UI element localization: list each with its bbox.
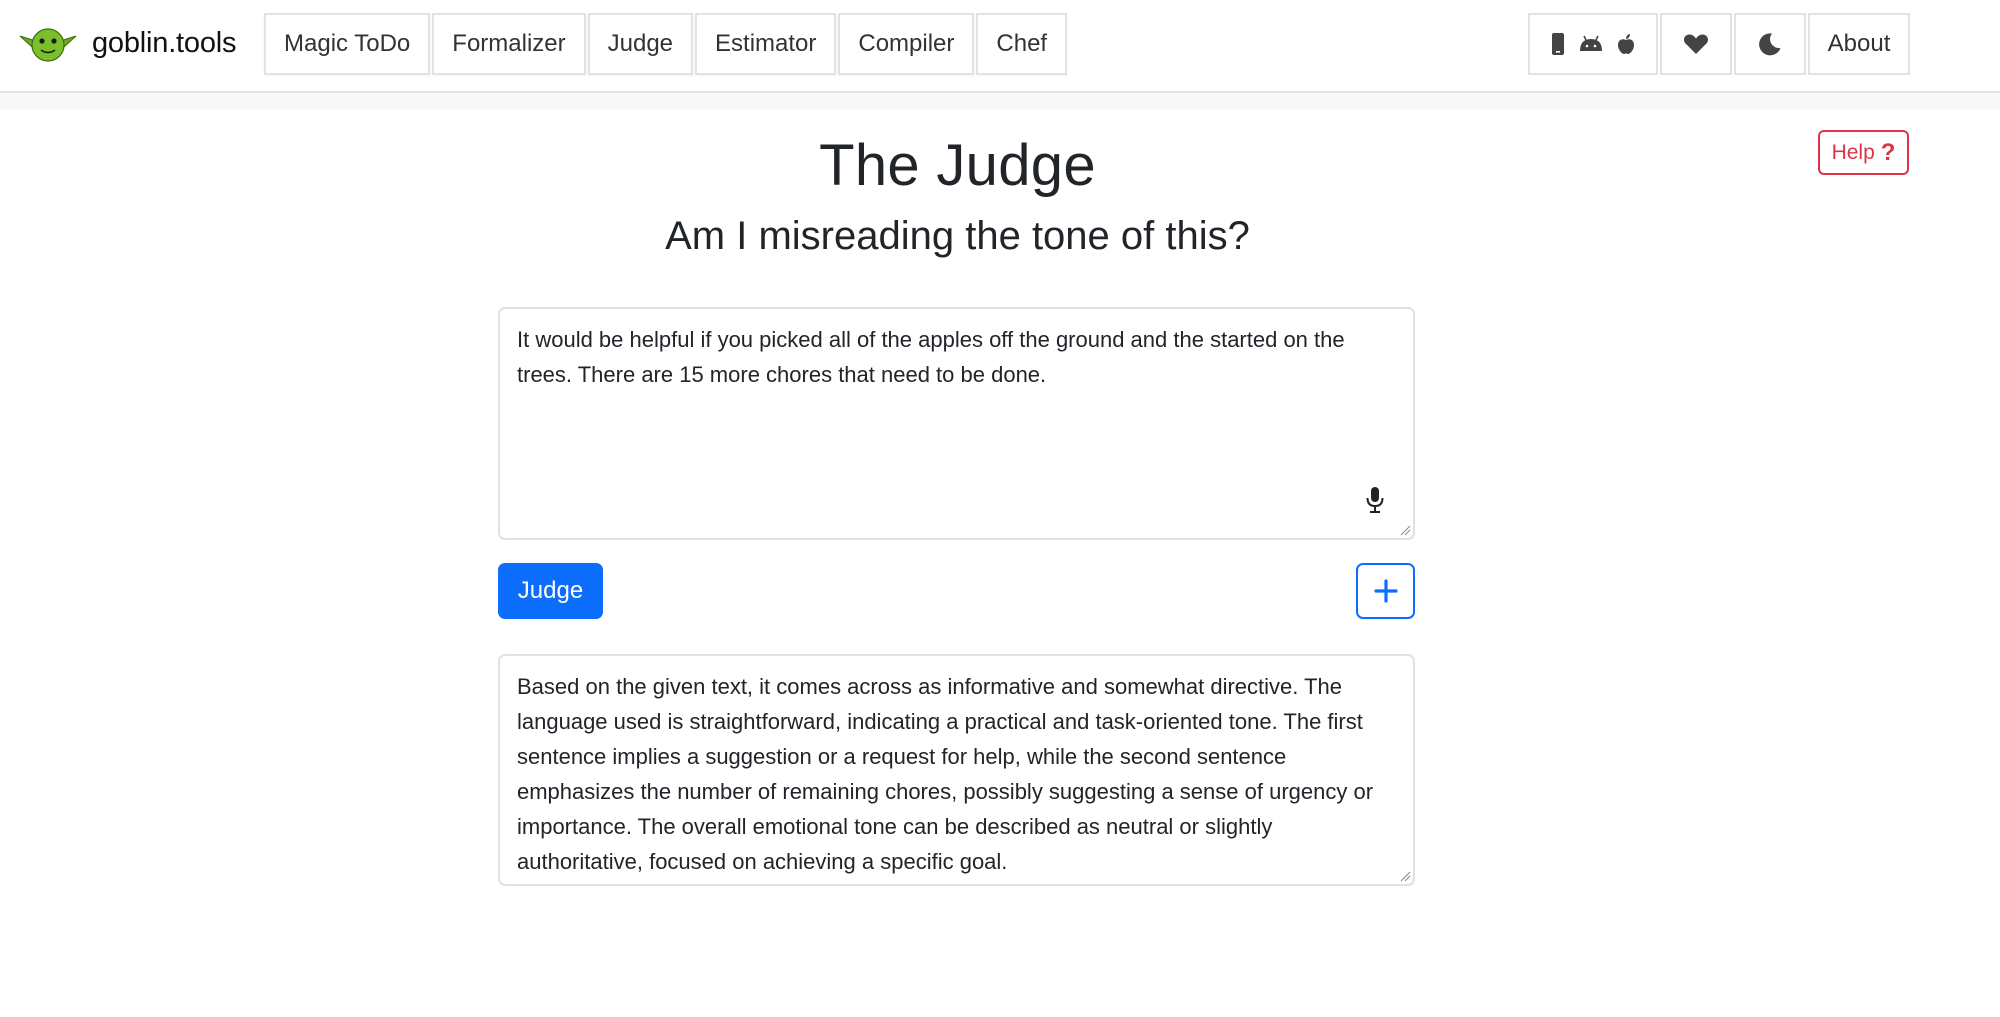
add-button[interactable]: [1356, 563, 1415, 619]
nav-item-formalizer[interactable]: Formalizer: [432, 13, 586, 75]
nav-item-compiler[interactable]: Compiler: [838, 13, 975, 75]
page-title: The Judge: [819, 133, 1096, 198]
nav-item-judge[interactable]: Judge: [587, 13, 694, 75]
donate-button[interactable]: [1660, 13, 1732, 75]
android-icon: [1580, 35, 1602, 51]
input-textarea[interactable]: It would be helpful if you picked all of…: [498, 307, 1415, 540]
nav-right: About: [1528, 13, 1912, 75]
nav-item-about[interactable]: About: [1808, 13, 1910, 75]
phone-icon: [1552, 33, 1564, 55]
output-text: Based on the given text, it comes across…: [517, 674, 1374, 874]
plus-icon: [1373, 579, 1398, 603]
brand[interactable]: goblin.tools: [18, 22, 237, 64]
heart-icon: [1683, 34, 1709, 54]
resize-handle-icon[interactable]: [1399, 524, 1411, 536]
nav-item-chef[interactable]: Chef: [976, 13, 1068, 75]
top-navbar: goblin.tools Magic ToDo Formalizer Judge…: [0, 0, 2000, 93]
nav-item-magic-todo[interactable]: Magic ToDo: [264, 13, 431, 75]
page-subtitle: Am I misreading the tone of this?: [665, 214, 1250, 258]
navbar-shadow-strip: [0, 93, 2000, 109]
resize-handle-icon[interactable]: [1399, 870, 1411, 882]
dark-mode-toggle[interactable]: [1734, 13, 1806, 75]
brand-name: goblin.tools: [92, 26, 237, 59]
apps-button[interactable]: [1528, 13, 1658, 75]
judge-button[interactable]: Judge: [498, 563, 603, 619]
apple-icon: [1618, 34, 1634, 54]
moon-icon: [1759, 33, 1781, 56]
output-textarea[interactable]: Based on the given text, it comes across…: [498, 654, 1415, 886]
nav-item-estimator[interactable]: Estimator: [695, 13, 837, 75]
input-text: It would be helpful if you picked all of…: [517, 327, 1345, 387]
main-nav: Magic ToDo Formalizer Judge Estimator Co…: [264, 13, 1069, 75]
microphone-icon[interactable]: [1365, 486, 1385, 514]
goblin-face-icon: [19, 28, 77, 62]
